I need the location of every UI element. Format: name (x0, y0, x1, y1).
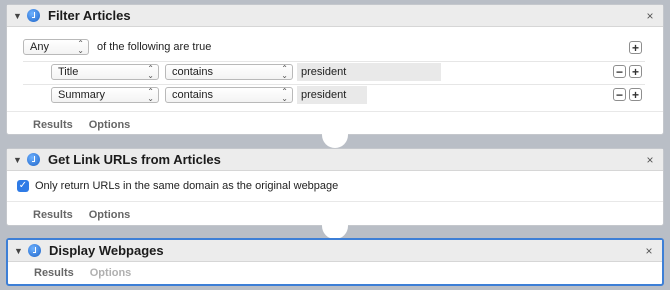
remove-rule-button[interactable]: − (613, 65, 626, 78)
action-connector (322, 225, 348, 239)
rule-field-value: Summary (58, 89, 106, 101)
action-title: Get Link URLs from Articles (48, 152, 221, 167)
disclosure-triangle-icon[interactable]: ▼ (13, 155, 27, 165)
match-suffix-label: of the following are true (97, 41, 212, 53)
action-footer: Results Options (8, 262, 662, 284)
close-icon[interactable]: × (642, 244, 656, 258)
disclosure-triangle-icon[interactable]: ▼ (14, 246, 28, 256)
chevron-updown-icon: ⌃ ⌄ (77, 39, 84, 55)
add-rule-button[interactable]: + (629, 65, 642, 78)
options-tab[interactable]: Options (89, 209, 131, 221)
rule-operator-select[interactable]: contains ⌃ ⌄ (165, 64, 293, 80)
automator-action-icon (28, 244, 41, 257)
remove-rule-button[interactable]: − (613, 88, 626, 101)
same-domain-label: Only return URLs in the same domain as t… (35, 180, 339, 192)
results-tab[interactable]: Results (33, 119, 73, 131)
rules-divider (23, 84, 645, 85)
action-title: Display Webpages (49, 243, 164, 258)
chevron-updown-icon: ⌃ ⌄ (147, 64, 154, 80)
get-link-urls-header[interactable]: ▼ Get Link URLs from Articles × (7, 149, 663, 171)
automator-action-icon (27, 153, 40, 166)
options-tab[interactable]: Options (89, 119, 131, 131)
automator-action-icon (27, 9, 40, 22)
filter-articles-panel: ▼ Filter Articles × Any ⌃ ⌄ of the follow… (6, 4, 664, 135)
action-title: Filter Articles (48, 8, 131, 23)
chevron-updown-icon: ⌃ ⌄ (281, 87, 288, 103)
action-connector (322, 134, 348, 148)
rules-divider (23, 61, 645, 62)
chevron-updown-icon: ⌃ ⌄ (281, 64, 288, 80)
match-any-select[interactable]: Any ⌃ ⌄ (23, 39, 89, 55)
chevron-updown-icon: ⌃ ⌄ (147, 87, 154, 103)
display-webpages-header[interactable]: ▼ Display Webpages × (8, 240, 662, 262)
add-rule-button[interactable]: + (629, 88, 642, 101)
rule-value-field[interactable]: president (297, 86, 367, 104)
get-link-urls-panel: ▼ Get Link URLs from Articles × ✓ Only r… (6, 148, 664, 226)
rule-field-select[interactable]: Title ⌃ ⌄ (51, 64, 159, 80)
close-icon[interactable]: × (643, 153, 657, 167)
rule-operator-select[interactable]: contains ⌃ ⌄ (165, 87, 293, 103)
same-domain-checkbox[interactable]: ✓ (17, 180, 29, 192)
filter-articles-header[interactable]: ▼ Filter Articles × (7, 5, 663, 27)
match-select-value: Any (30, 41, 49, 53)
disclosure-triangle-icon[interactable]: ▼ (13, 11, 27, 21)
rule-operator-value: contains (172, 66, 213, 78)
close-icon[interactable]: × (643, 9, 657, 23)
rule-value-field[interactable]: president (297, 63, 441, 81)
results-tab[interactable]: Results (34, 267, 74, 279)
display-webpages-panel: ▼ Display Webpages × Results Options (6, 238, 664, 286)
action-footer: Results Options (7, 201, 663, 228)
results-tab[interactable]: Results (33, 209, 73, 221)
rule-field-value: Title (58, 66, 79, 78)
rule-field-select[interactable]: Summary ⌃ ⌄ (51, 87, 159, 103)
rule-operator-value: contains (172, 89, 213, 101)
add-rule-button[interactable]: + (629, 41, 642, 54)
options-tab[interactable]: Options (90, 267, 132, 279)
